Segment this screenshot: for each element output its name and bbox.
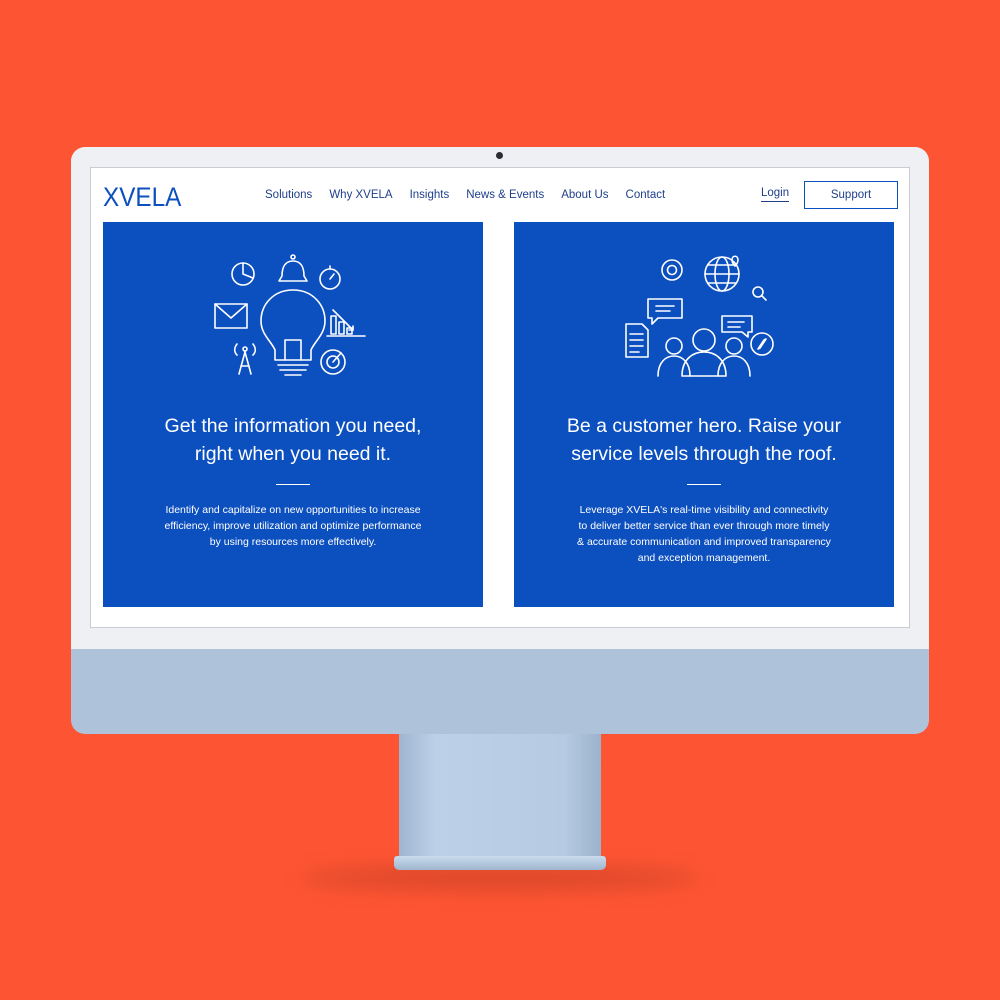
camera-icon bbox=[496, 152, 503, 159]
team-globe-icon bbox=[625, 255, 774, 377]
browser-viewport: XVELA Solutions Why XVELA Insights News … bbox=[90, 167, 910, 628]
monitor-chin bbox=[71, 649, 929, 734]
scrollbar[interactable] bbox=[895, 220, 909, 627]
panel-body: Leverage XVELA's real-time visibility an… bbox=[577, 504, 831, 564]
panel-heading-line1: Get the information you need, bbox=[164, 415, 422, 437]
divider bbox=[276, 484, 310, 485]
lightbulb-icon bbox=[214, 254, 366, 376]
nav-link-insights[interactable]: Insights bbox=[410, 189, 450, 201]
panel-heading-line2: service levels through the roof. bbox=[571, 443, 837, 465]
main-nav: Solutions Why XVELA Insights News & Even… bbox=[265, 189, 682, 201]
panel-heading: Be a customer hero. Raise your service l… bbox=[534, 412, 874, 468]
site-header: XVELA Solutions Why XVELA Insights News … bbox=[91, 168, 909, 220]
monitor-stand-base bbox=[394, 856, 606, 870]
panel-heading: Get the information you need, right when… bbox=[123, 412, 463, 468]
nav-link-news-events[interactable]: News & Events bbox=[466, 189, 544, 201]
panel-heading-line2: right when you need it. bbox=[194, 443, 392, 465]
nav-link-contact[interactable]: Contact bbox=[626, 189, 666, 201]
login-link[interactable]: Login bbox=[761, 187, 790, 202]
nav-link-solutions[interactable]: Solutions bbox=[265, 189, 312, 201]
feature-panel-information: Get the information you need, right when… bbox=[103, 222, 483, 607]
monitor-stand bbox=[399, 734, 601, 858]
nav-link-about-us[interactable]: About Us bbox=[561, 189, 608, 201]
support-button[interactable]: Support bbox=[804, 181, 898, 209]
xvela-logo[interactable]: XVELA bbox=[103, 182, 181, 213]
panel-body: Identify and capitalize on new opportuni… bbox=[164, 504, 422, 548]
panel-heading-line1: Be a customer hero. Raise your bbox=[566, 415, 842, 437]
feature-panel-customer-hero: Be a customer hero. Raise your service l… bbox=[514, 222, 894, 607]
divider bbox=[687, 484, 721, 485]
nav-link-why-xvela[interactable]: Why XVELA bbox=[329, 189, 392, 201]
